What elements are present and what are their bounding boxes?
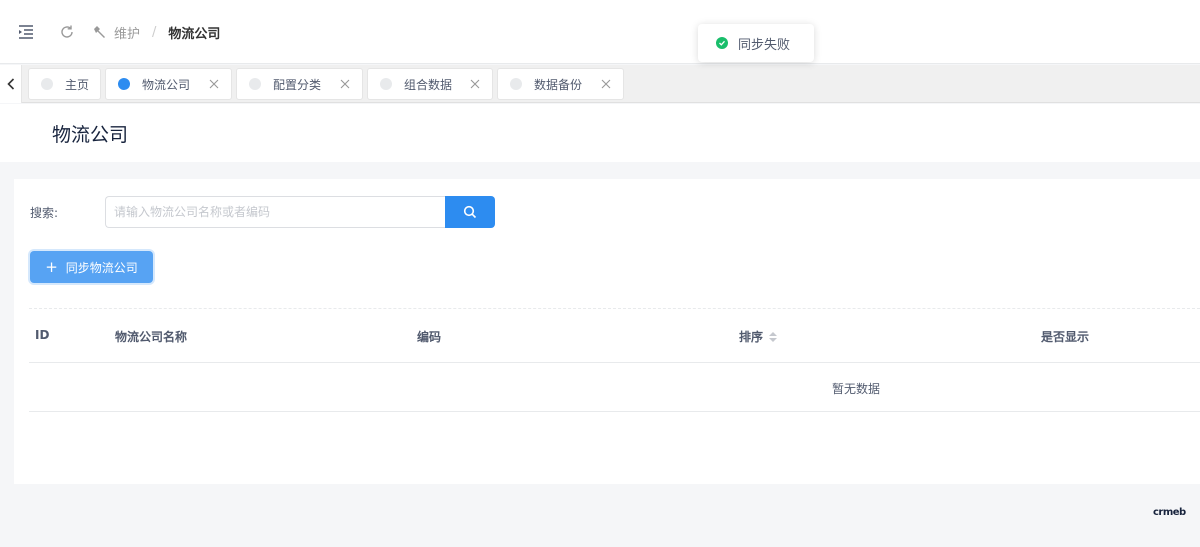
- tab-label: 物流公司: [142, 77, 191, 92]
- close-icon[interactable]: [470, 79, 480, 89]
- tab-home[interactable]: 主页: [28, 68, 101, 100]
- search-button[interactable]: [445, 196, 495, 228]
- tab-label: 主页: [65, 77, 90, 92]
- tab-label: 组合数据: [404, 77, 453, 92]
- sync-button-label: 同步物流公司: [65, 260, 138, 275]
- toast-message: 同步失败: [738, 37, 791, 53]
- column-header-id: ID: [35, 328, 50, 342]
- tab-combined-data[interactable]: 组合数据: [367, 68, 493, 100]
- tab-logistics-company[interactable]: 物流公司: [105, 68, 232, 100]
- sync-logistics-button[interactable]: + 同步物流公司: [30, 251, 153, 283]
- table-empty-row: 暂无数据: [29, 364, 1200, 412]
- check-circle-icon: [716, 37, 728, 49]
- close-icon[interactable]: [209, 79, 219, 89]
- tab-status-dot: [249, 78, 261, 90]
- search-input[interactable]: [105, 196, 446, 228]
- tab-label: 数据备份: [534, 77, 583, 92]
- page-header: 物流公司: [0, 104, 1200, 162]
- refresh-icon[interactable]: [57, 22, 77, 42]
- breadcrumb-parent[interactable]: 维护: [114, 23, 140, 42]
- breadcrumb-separator: /: [152, 24, 157, 40]
- column-header-sort-label: 排序: [739, 330, 764, 344]
- close-icon[interactable]: [340, 79, 350, 89]
- menu-fold-icon[interactable]: [16, 22, 36, 42]
- top-header: 维护 / 物流公司: [0, 0, 1200, 64]
- tab-label: 配置分类: [273, 77, 322, 92]
- plus-icon: +: [45, 257, 58, 276]
- column-header-visible: 是否显示: [1041, 330, 1090, 344]
- breadcrumb: 维护 / 物流公司: [92, 22, 220, 42]
- tab-status-dot: [380, 78, 392, 90]
- breadcrumb-current: 物流公司: [168, 26, 221, 42]
- tab-data-backup[interactable]: 数据备份: [497, 68, 624, 100]
- tabs-bar: 主页 物流公司 配置分类 组合数据 数据备份: [0, 65, 1200, 103]
- toast-notification: 同步失败: [698, 24, 814, 62]
- tab-config-category[interactable]: 配置分类: [236, 68, 363, 100]
- page-title: 物流公司: [52, 124, 129, 146]
- column-header-name: 物流公司名称: [115, 330, 188, 344]
- chevron-left-icon: [6, 78, 14, 90]
- column-header-code: 编码: [417, 330, 442, 344]
- close-icon[interactable]: [601, 79, 611, 89]
- sort-icon[interactable]: [769, 331, 778, 342]
- empty-text: 暂无数据: [832, 382, 881, 396]
- search-label: 搜索:: [30, 206, 59, 220]
- tab-status-dot: [41, 78, 53, 90]
- table-header: ID 物流公司名称 编码 排序 是否显示: [29, 309, 1200, 363]
- search-icon: [463, 205, 477, 219]
- hammer-icon: [92, 24, 108, 40]
- brand-logo: crmeb: [1153, 507, 1186, 518]
- tab-status-dot: [118, 78, 130, 90]
- tab-status-dot: [510, 78, 522, 90]
- column-header-sort[interactable]: 排序: [739, 328, 778, 345]
- content-card: 搜索: + 同步物流公司 ID 物流公司名称 编码 排序 是否显示 暂无数据: [14, 179, 1200, 484]
- tabs-prev-button[interactable]: [0, 65, 22, 103]
